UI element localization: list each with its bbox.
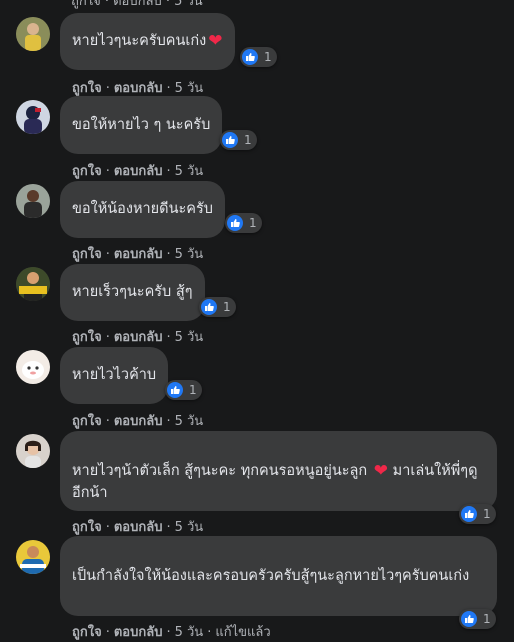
like-link[interactable]: ถูกใจ: [72, 164, 102, 179]
reaction-count: 1: [249, 216, 257, 230]
like-thumb-icon: [242, 49, 258, 65]
timestamp[interactable]: 5 วัน: [175, 625, 204, 640]
red-heart-icon: ❤: [208, 31, 223, 51]
comment-bubble: ขอให้หายไว ๆ นะครับ: [60, 96, 223, 154]
like-link[interactable]: ถูกใจ: [72, 414, 102, 429]
reply-link[interactable]: ตอบกลับ: [114, 247, 163, 262]
timestamp[interactable]: 5 วัน: [175, 247, 204, 262]
timestamp[interactable]: 5 วัน: [175, 330, 204, 345]
avatar[interactable]: [16, 434, 50, 468]
like-link[interactable]: ถูกใจ: [72, 330, 102, 345]
comment-text: ขอให้หายไว ๆ นะครับ: [72, 117, 211, 133]
reply-link[interactable]: ตอบกลับ: [114, 520, 163, 535]
reaction-count: 1: [189, 383, 197, 397]
like-link[interactable]: ถูกใจ: [72, 81, 102, 96]
comment-text: หายเร็วๆนะครับ สู้ๆ: [72, 284, 193, 300]
reaction-count: 1: [483, 612, 491, 626]
reaction-count: 1: [244, 133, 252, 147]
reaction-count: 1: [264, 50, 272, 64]
reply-link[interactable]: ตอบกลับ: [114, 625, 163, 640]
like-link[interactable]: ถูกใจ: [72, 520, 102, 535]
comment-actions: ถูกใจ · ตอบกลับ · 5 วัน: [72, 164, 204, 179]
comment-text: เป็นกำลังใจให้น้องและครอบครัวครับสู้ๆนะล…: [72, 568, 470, 584]
comment-actions: ถูกใจ · ตอบกลับ · 5 วัน: [72, 414, 204, 429]
timestamp[interactable]: 5 วัน: [175, 414, 204, 429]
timestamp[interactable]: 5 วัน: [175, 81, 204, 96]
edited-label[interactable]: แก้ไขแล้ว: [215, 625, 270, 640]
reply-link[interactable]: ตอบกลับ: [114, 164, 163, 179]
comment-bubble: หายเร็วๆนะครับ สู้ๆ: [60, 264, 205, 321]
like-link[interactable]: ถูกใจ: [72, 247, 102, 262]
avatar[interactable]: [16, 17, 50, 51]
comment-bubble: หายไวๆน้าตัวเล็ก สู้ๆนะคะ ทุกคนรอหนูอยู่…: [60, 431, 497, 511]
comment-bubble: เป็นกำลังใจให้น้องและครอบครัวครับสู้ๆนะล…: [60, 536, 497, 616]
reply-link[interactable]: ตอบกลับ: [114, 330, 163, 345]
comment-text: หายไวๆน้าตัวเล็ก สู้ๆนะคะ ทุกคนรอหนูอยู่…: [72, 463, 368, 479]
like-thumb-icon: [222, 132, 238, 148]
reply-link[interactable]: ตอบกลับ: [114, 414, 163, 429]
like-thumb-icon: [167, 382, 183, 398]
avatar[interactable]: [16, 350, 50, 384]
like-thumb-icon: [227, 215, 243, 231]
comment-actions: ถูกใจ · ตอบกลับ · 5 วัน: [72, 520, 204, 535]
reaction-badge[interactable]: 1: [225, 213, 262, 233]
timestamp[interactable]: 5 วัน: [175, 164, 204, 179]
reply-link[interactable]: ตอบกลับ: [114, 81, 163, 96]
reaction-badge[interactable]: 1: [459, 504, 496, 524]
like-thumb-icon: [461, 506, 477, 522]
avatar[interactable]: [16, 267, 50, 301]
comment-bubble: หายไวไวค้าบ: [60, 347, 169, 404]
avatar[interactable]: [16, 184, 50, 218]
comment-actions: ถูกใจ · ตอบกลับ · 5 วัน: [72, 330, 204, 345]
reaction-badge[interactable]: 1: [165, 380, 202, 400]
reaction-badge[interactable]: 1: [220, 130, 257, 150]
avatar[interactable]: [16, 540, 50, 574]
previous-comment-actions: ถูกใจ · ตอบกลับ · 5 วัน: [71, 0, 203, 9]
avatar[interactable]: [16, 100, 50, 134]
comment-actions: ถูกใจ · ตอบกลับ · 5 วัน · แก้ไขแล้ว: [72, 625, 271, 640]
comment-bubble: ขอให้น้องหายดีนะครับ: [60, 181, 225, 238]
comment-text: หายไวไวค้าบ: [72, 367, 157, 383]
reaction-count: 1: [483, 507, 491, 521]
comment-actions: ถูกใจ · ตอบกลับ · 5 วัน: [72, 247, 204, 262]
like-thumb-icon: [461, 611, 477, 627]
red-heart-icon: ❤: [373, 461, 389, 481]
reaction-badge[interactable]: 1: [459, 609, 496, 629]
reaction-count: 1: [223, 300, 231, 314]
reaction-badge[interactable]: 1: [240, 47, 277, 67]
like-thumb-icon: [201, 299, 217, 315]
comment-text: หายไวๆนะครับคนเก่ง: [72, 33, 207, 49]
comment-actions: ถูกใจ · ตอบกลับ · 5 วัน: [72, 81, 204, 96]
comment-bubble: หายไวๆนะครับคนเก่ง ❤: [60, 13, 235, 70]
timestamp[interactable]: 5 วัน: [175, 520, 204, 535]
comment-text: ขอให้น้องหายดีนะครับ: [72, 201, 213, 217]
reaction-badge[interactable]: 1: [199, 297, 236, 317]
like-link[interactable]: ถูกใจ: [72, 625, 102, 640]
